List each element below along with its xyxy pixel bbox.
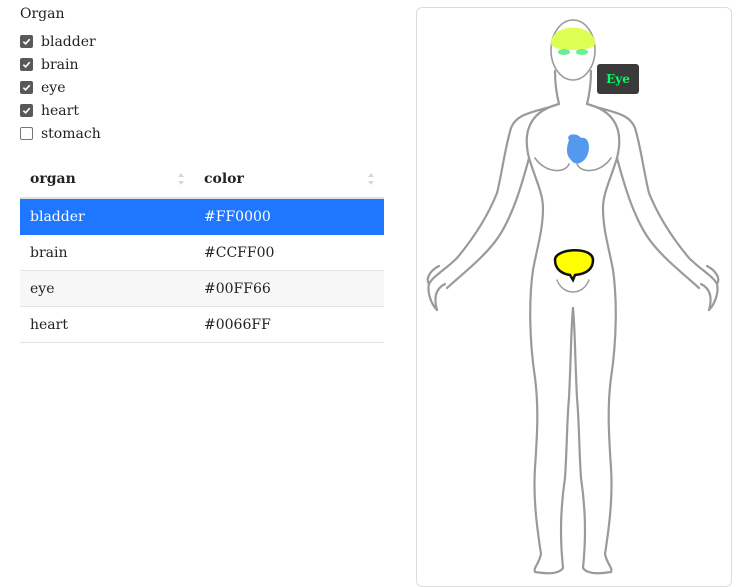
cell-color: #00FF66 xyxy=(194,270,384,307)
bladder-highlight xyxy=(553,249,595,283)
table-row[interactable]: brain #CCFF00 xyxy=(20,234,384,271)
checkbox-box[interactable] xyxy=(20,58,33,71)
eye-right-highlight xyxy=(576,49,588,55)
checkbox-label: stomach xyxy=(41,125,101,142)
left-arm-inner xyxy=(445,156,531,290)
body-outline-right xyxy=(571,69,719,575)
table-header-row: organ color xyxy=(20,161,384,199)
body-map-panel: Eye xyxy=(416,7,732,587)
eye-left-highlight xyxy=(558,49,570,55)
column-header-organ[interactable]: organ xyxy=(20,161,194,199)
cell-organ: brain xyxy=(20,234,194,271)
cell-organ: eye xyxy=(20,270,194,307)
hand-left xyxy=(426,264,447,312)
checkbox-box[interactable] xyxy=(20,35,33,48)
cell-organ: heart xyxy=(20,306,194,343)
checkbox-label: brain xyxy=(41,56,79,73)
checkbox-bladder[interactable]: bladder xyxy=(20,30,101,53)
checkbox-heart[interactable]: heart xyxy=(20,99,101,122)
checkbox-label: bladder xyxy=(41,33,96,50)
table-row[interactable]: heart #0066FF xyxy=(20,306,384,343)
column-header-label: organ xyxy=(30,171,76,187)
column-header-color[interactable]: color xyxy=(194,161,384,199)
column-header-label: color xyxy=(204,171,244,187)
right-arm-inner xyxy=(615,156,701,290)
checkbox-label: eye xyxy=(41,79,66,96)
filter-title: Organ xyxy=(20,6,65,22)
checkbox-label: heart xyxy=(41,102,79,119)
brain-highlight xyxy=(551,27,595,50)
hand-right xyxy=(699,264,720,312)
table-row[interactable]: eye #00FF66 xyxy=(20,270,384,307)
cell-color: #FF0000 xyxy=(194,198,384,235)
cell-organ: bladder xyxy=(20,198,194,235)
cell-color: #0066FF xyxy=(194,306,384,343)
organ-tooltip: Eye xyxy=(597,64,639,94)
checkbox-box[interactable] xyxy=(20,127,33,140)
human-body-figure xyxy=(426,19,720,575)
checkbox-eye[interactable]: eye xyxy=(20,76,101,99)
checkbox-stomach[interactable]: stomach xyxy=(20,122,101,145)
checkbox-box[interactable] xyxy=(20,81,33,94)
table-row[interactable]: bladder #FF0000 xyxy=(20,198,384,235)
organ-filter: Organ bladder brain eye heart stomach xyxy=(20,6,101,145)
checkbox-box[interactable] xyxy=(20,104,33,117)
checkbox-brain[interactable]: brain xyxy=(20,53,101,76)
sort-icon[interactable] xyxy=(178,172,184,186)
organ-table: organ color bladder #FF0000 brain #CCFF0… xyxy=(20,161,384,343)
body-outline-left xyxy=(427,69,575,575)
heart-highlight xyxy=(567,134,589,164)
cell-color: #CCFF00 xyxy=(194,234,384,271)
sort-icon[interactable] xyxy=(368,172,374,186)
